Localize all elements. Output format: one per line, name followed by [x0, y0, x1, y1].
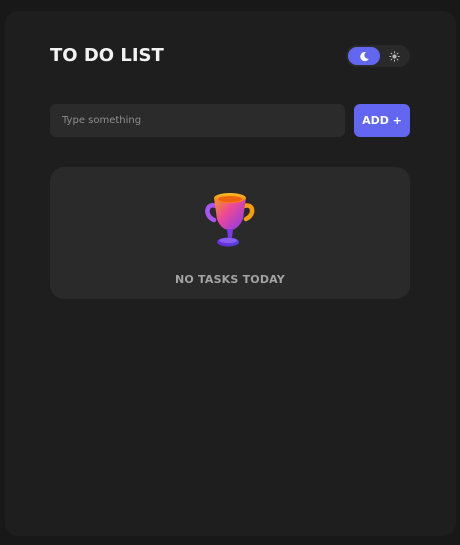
page-title: TO DO LIST: [50, 45, 164, 66]
sun-icon: [388, 47, 400, 66]
dark-mode-option[interactable]: [348, 47, 380, 65]
light-mode-option[interactable]: [378, 47, 410, 65]
empty-state-card: NO TASKS TODAY: [50, 167, 410, 299]
task-input[interactable]: [50, 104, 345, 137]
trophy-icon: [200, 186, 260, 250]
todo-app: TO DO LIST Type something ADD + NO TASKS…: [5, 11, 456, 536]
empty-state-message: NO TASKS TODAY: [175, 273, 285, 286]
add-task-button[interactable]: ADD +: [354, 104, 410, 137]
theme-toggle[interactable]: [346, 45, 410, 67]
moon-icon: [359, 47, 370, 66]
